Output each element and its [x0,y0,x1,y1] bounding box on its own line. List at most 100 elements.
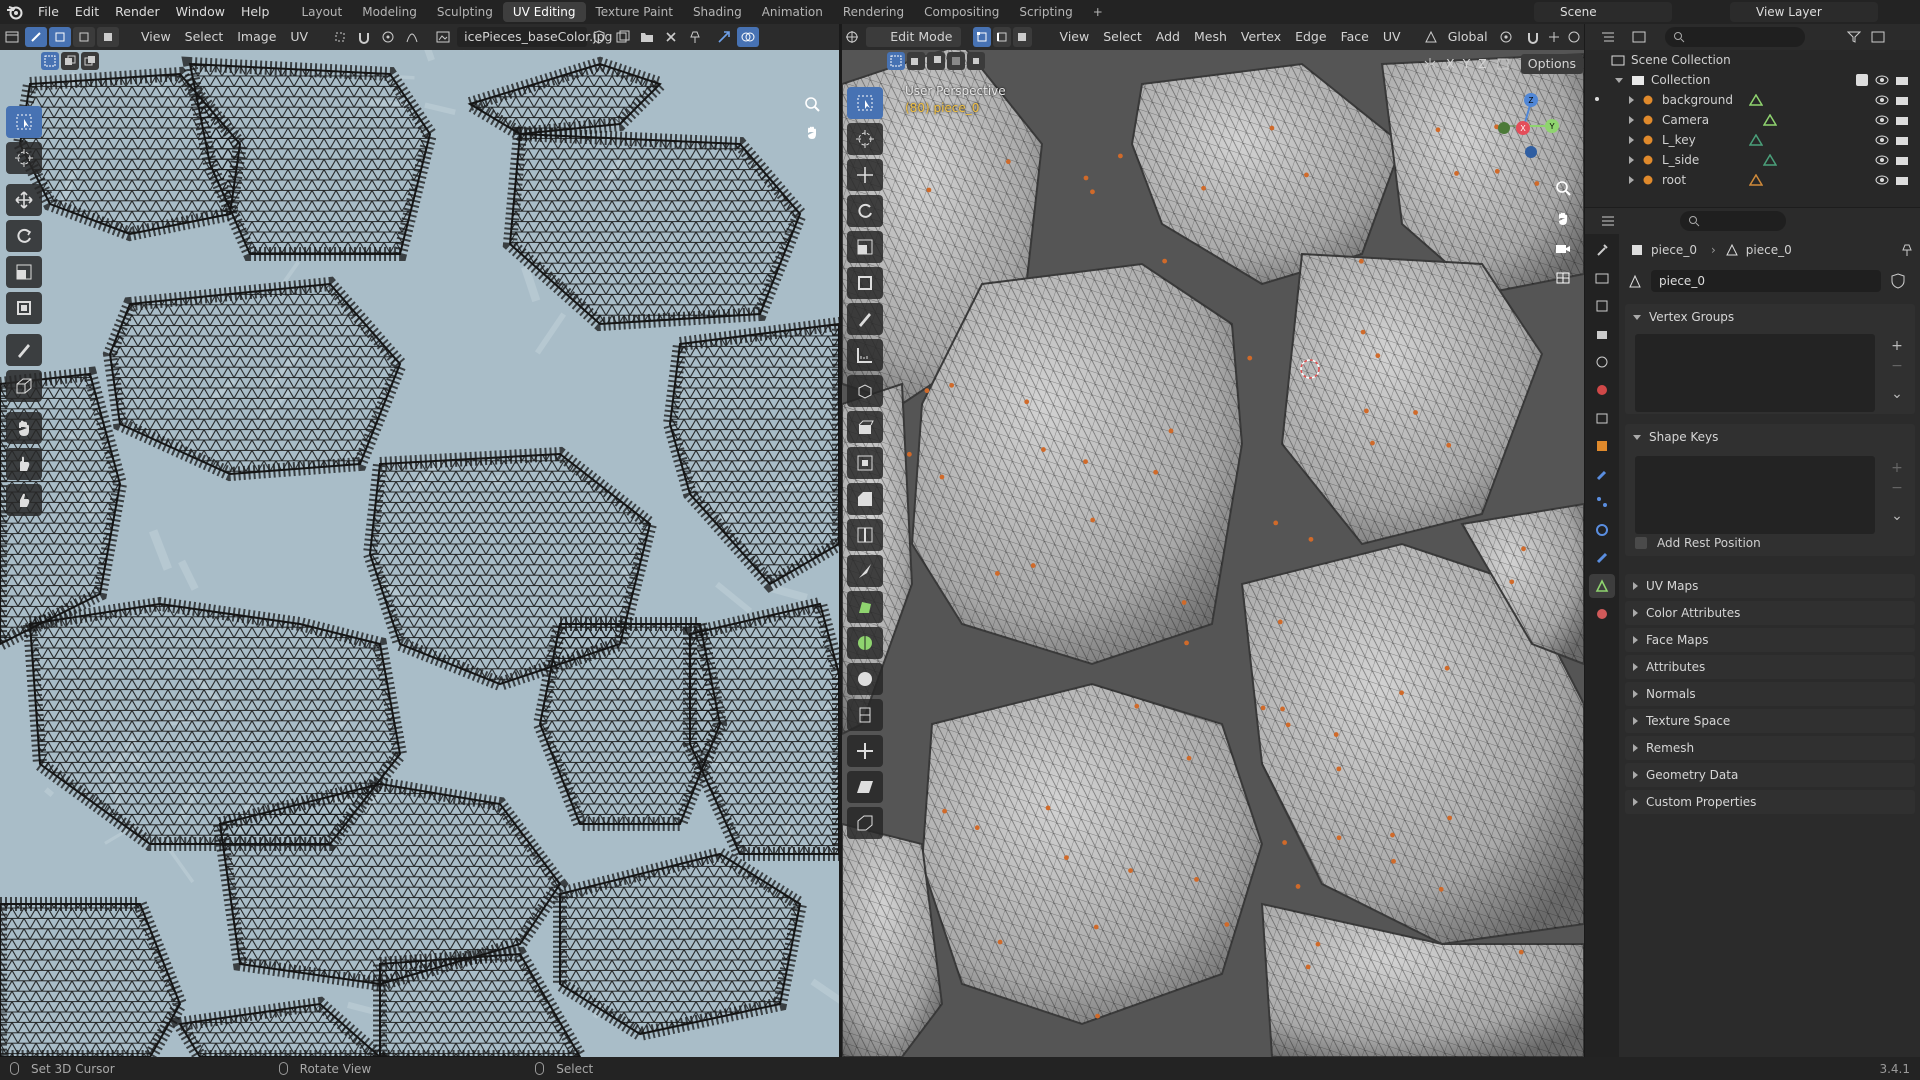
knife-tool-icon[interactable] [847,555,883,587]
rock-mesh[interactable] [920,682,1264,1026]
data-icon[interactable] [1763,114,1777,126]
measure-tool-icon[interactable] [847,339,883,371]
tab-sculpting[interactable]: Sculpting [427,2,503,22]
proportional-edit-icon[interactable] [377,27,399,47]
orientation-selector[interactable]: Global [1441,27,1496,47]
vp-menu-vertex[interactable]: Vertex [1234,27,1288,47]
world-tab-icon[interactable] [1589,378,1615,402]
mirror-z-toggle[interactable]: Z [1474,54,1491,74]
rip-tool-icon[interactable] [6,370,42,402]
tab-modeling[interactable]: Modeling [352,2,427,22]
data-icon[interactable] [1749,174,1763,186]
panel-expand-icon[interactable] [1633,717,1638,725]
scale-tool-icon[interactable] [6,256,42,288]
panel-geometry-data[interactable]: Geometry Data [1625,763,1915,787]
uv-island[interactable] [553,846,808,1042]
uv-canvas[interactable] [0,24,839,1057]
tab-scripting[interactable]: Scripting [1009,2,1082,22]
vp-proportional-icon[interactable] [1565,27,1583,47]
falloff-icon[interactable] [401,27,423,47]
navigation-gizmo[interactable]: Z Y X [1479,82,1569,172]
uv-menu-select[interactable]: Select [178,27,231,47]
loop-cut-tool-icon[interactable] [847,519,883,551]
outliner-item-camera[interactable]: Camera [1585,110,1920,130]
vertex-groups-list[interactable] [1635,334,1875,412]
eye-icon[interactable] [1875,115,1889,125]
3d-viewport[interactable]: Edit Mode View Select Add Mesh Vertex Ed… [842,24,1584,1057]
vp-transform-tool-icon[interactable] [847,267,883,299]
grab-brush-icon[interactable] [6,412,42,444]
panel-attributes[interactable]: Attributes [1625,655,1915,679]
move-tool-icon[interactable] [6,184,42,216]
panel-expand-icon[interactable] [1633,609,1638,617]
edge-slide-tool-icon[interactable] [847,699,883,731]
render-tab-icon[interactable] [1589,266,1615,290]
vp-pan-hand-icon[interactable] [1551,206,1575,230]
rip-region-tool-icon[interactable] [847,807,883,839]
uv-island[interactable] [532,617,728,831]
tab-rendering[interactable]: Rendering [833,2,914,22]
modifier-tab-icon[interactable] [1589,462,1615,486]
image-name-field[interactable]: icePieces_baseColor.jpg [457,27,612,47]
menu-render[interactable]: Render [107,0,168,24]
select-subtract-icon[interactable] [81,52,99,70]
uv-island[interactable] [0,897,188,1057]
add-workspace-button[interactable]: + [1083,2,1113,22]
vp-select-intersect-icon[interactable] [967,52,985,70]
view-layer-tab-icon[interactable] [1589,322,1615,346]
shear-tool-icon[interactable] [847,771,883,803]
pan-hand-icon[interactable] [800,120,824,144]
camera-view-icon[interactable] [1551,236,1575,260]
vertex-groups-header[interactable]: Vertex Groups [1625,304,1915,330]
output-tab-icon[interactable] [1589,294,1615,318]
panel-face-maps[interactable]: Face Maps [1625,628,1915,652]
properties-editor-type-icon[interactable] [1597,211,1619,231]
mesh-name-field[interactable]: piece_0 [1651,270,1881,292]
uv-island[interactable] [502,126,809,332]
render-camera-icon[interactable] [1895,94,1909,106]
vertex-select-icon[interactable] [49,27,71,47]
vp-menu-uv[interactable]: UV [1376,27,1408,47]
smooth-tool-icon[interactable] [847,663,883,695]
panel-expand-icon[interactable] [1633,798,1638,806]
constraints-tab-icon[interactable] [1589,546,1615,570]
panel-normals[interactable]: Normals [1625,682,1915,706]
outliner-search-input[interactable] [1665,27,1805,47]
scene-selector[interactable]: Scene [1534,2,1672,22]
edge-select-icon[interactable] [73,27,95,47]
shape-key-menu-chevron-down-icon[interactable]: ⌄ [1887,506,1907,526]
outliner-item-background[interactable]: background [1585,90,1920,110]
collection-checkbox[interactable] [1856,74,1868,86]
vp-move-tool-icon[interactable] [847,159,883,191]
shape-keys-expand-icon[interactable] [1633,434,1641,440]
shape-keys-list[interactable] [1635,456,1875,534]
uv-editor[interactable]: View Select Image UV icePieces_baseColor… [0,24,839,1057]
scene-collection-row[interactable]: Scene Collection [1585,50,1920,70]
cursor-tool-icon[interactable] [6,142,42,174]
vp-annotate-tool-icon[interactable] [847,303,883,335]
mesh-data-tab-icon[interactable] [1589,574,1615,598]
vp-scale-tool-icon[interactable] [847,231,883,263]
render-camera-icon[interactable] [1895,174,1909,186]
view-layer-selector[interactable]: View Layer [1730,2,1878,22]
shrink-tool-icon[interactable] [847,735,883,767]
collection-row[interactable]: Collection [1585,70,1920,90]
mirror-icon[interactable] [1419,54,1441,74]
fake-user-icon[interactable] [1891,273,1905,289]
tool-tab-icon[interactable] [1589,238,1615,262]
uv-island[interactable] [373,946,589,1057]
vp-edge-select-icon[interactable] [993,27,1012,47]
extrude-tool-icon[interactable] [847,411,883,443]
gizmo-toggle-icon[interactable] [713,27,735,47]
expand-icon[interactable] [1629,176,1634,184]
pin-props-icon[interactable] [1901,243,1913,257]
uv-island[interactable] [102,276,409,482]
pivot-icon[interactable] [329,27,351,47]
eye-icon[interactable] [1875,75,1889,85]
panel-texture-space[interactable]: Texture Space [1625,709,1915,733]
vertex-group-remove-button[interactable]: − [1887,356,1907,376]
display-mode-icon[interactable] [1628,27,1650,47]
panel-expand-icon[interactable] [1633,771,1638,779]
vp-select-invert-icon[interactable] [947,52,965,70]
data-icon[interactable] [1763,154,1777,166]
